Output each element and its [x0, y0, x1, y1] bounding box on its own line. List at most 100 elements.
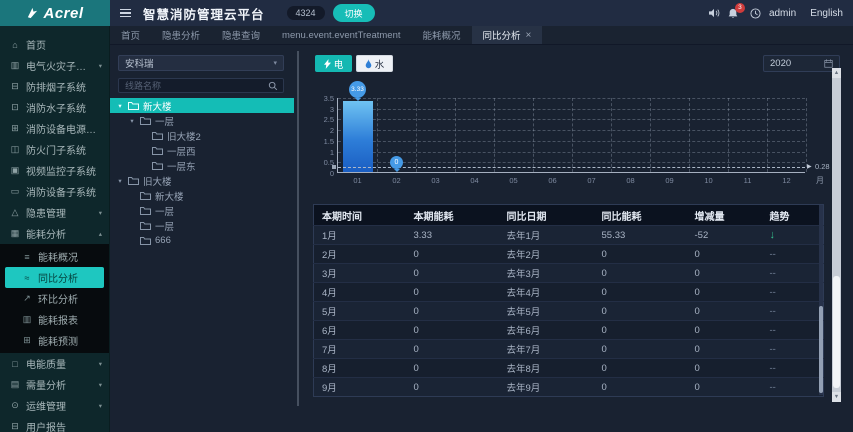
sidebar-item-消防设备子系统[interactable]: ▭ 消防设备子系统: [0, 181, 109, 202]
sidebar-item-视频监控子系统[interactable]: ▣ 视频监控子系统: [0, 160, 109, 181]
sidebar-item-能耗分析[interactable]: ▦ 能耗分析 ▴: [0, 223, 109, 244]
folder-icon: [152, 146, 163, 155]
tree-node-label: 新大楼: [155, 191, 184, 203]
table-cell: 去年5月: [498, 301, 594, 321]
folder-icon: [140, 191, 151, 200]
user-report-icon: ⊟: [11, 421, 19, 431]
speaker-icon[interactable]: [708, 8, 720, 18]
device-power-icon: ⊞: [11, 123, 19, 133]
yoy-bar-chart: 0 0.5 1 1.5 2 2.5 3 3.5 01 02 03 04 05 06 07 08 09 10 11 12…: [315, 80, 840, 198]
lightning-bolt-icon: [323, 58, 331, 69]
sidebar-item-消防水子系统[interactable]: ⊡ 消防水子系统: [0, 97, 109, 118]
table-cell: 0: [686, 377, 762, 397]
x-tick-label: 08: [626, 176, 635, 185]
column-header: 增减量: [686, 204, 762, 226]
search-icon[interactable]: [268, 81, 278, 91]
water-tab-button[interactable]: 水: [356, 55, 393, 72]
tree-node-一层[interactable]: 一层: [110, 203, 294, 218]
tree-node-旧大楼2[interactable]: 旧大楼2: [110, 128, 294, 143]
tab-首页[interactable]: 首页: [110, 26, 151, 44]
close-tab-icon[interactable]: ×: [526, 30, 532, 41]
sidebar-item-消防设备电源子系统[interactable]: ⊞ 消防设备电源子系统: [0, 118, 109, 139]
energy-overview-icon: ≡: [24, 251, 30, 262]
calendar-icon: [824, 59, 833, 68]
table-cell: 0: [686, 301, 762, 321]
home-icon: ⌂: [12, 39, 18, 50]
tree-node-旧大楼[interactable]: ▾ 旧大楼: [110, 173, 294, 188]
chevron-icon: ▾: [98, 360, 102, 368]
table-cell: 0: [405, 301, 499, 321]
table-scrollbar[interactable]: [819, 205, 823, 395]
tab-同比分析[interactable]: 同比分析 ×: [471, 26, 543, 44]
table-cell: 0: [405, 339, 499, 359]
notification-bell[interactable]: 3: [728, 2, 745, 19]
sidebar-item-电气火灾子系统[interactable]: ▥ 电气火灾子系统 ▾: [0, 55, 109, 76]
sidebar-item-电能质量[interactable]: □ 电能质量 ▾: [0, 353, 109, 374]
sidebar-item-首页[interactable]: ⌂ 首页: [0, 34, 109, 55]
y-tick-label: 3.5: [323, 94, 334, 103]
tree-node-一层西[interactable]: 一层西: [110, 143, 294, 158]
language-switcher[interactable]: English: [810, 8, 843, 19]
folder-icon: [128, 176, 139, 185]
y-tick-label: 0: [329, 169, 334, 178]
sidebar-menu: ⌂ 首页 ▥ 电气火灾子系统 ▾ ⊟ 防排烟子系统 ⊡ 消防水子系统 ⊞ 消防设备电源子系统 ◫ 防火门…: [0, 34, 109, 432]
table-cell: 0: [686, 282, 762, 302]
sidebar-item-运维管理[interactable]: ⊙ 运维管理 ▾: [0, 395, 109, 416]
switch-button[interactable]: 切换: [332, 4, 375, 22]
markline-arrow-icon: ▶: [807, 164, 812, 170]
tree-node-一层东[interactable]: 一层东: [110, 158, 294, 173]
x-gridline: [611, 98, 612, 172]
table-row: 6月 0 去年6月 0 0 --: [313, 320, 824, 340]
clock-icon[interactable]: [750, 7, 761, 19]
tree-node-新大楼[interactable]: ▾ 新大楼: [110, 98, 294, 113]
username[interactable]: admin: [769, 8, 796, 19]
water-drop-icon: [365, 58, 372, 68]
table-cell: 去年7月: [498, 339, 594, 359]
page-scrollbar[interactable]: ▲ ▼: [832, 68, 841, 402]
sidebar-item-环比分析[interactable]: ↗ 环比分析: [0, 288, 109, 309]
bar-01[interactable]: [342, 100, 373, 172]
year-picker[interactable]: 2020: [763, 55, 840, 72]
tree-node-一层[interactable]: ▾ 一层: [110, 113, 294, 128]
fire-equipment-icon: ▭: [10, 186, 20, 196]
tab-能耗概况[interactable]: 能耗概况: [412, 26, 472, 44]
tree-node-label: 一层: [155, 221, 175, 233]
yoy-analysis-icon: ≈: [24, 272, 30, 283]
tab-menu.event.eventTreatment[interactable]: menu.event.eventTreatment: [271, 26, 411, 44]
table-cell: 7月: [313, 339, 406, 359]
table-cell: 0: [593, 339, 687, 359]
sidebar-item-需量分析[interactable]: ▤ 需量分析 ▾: [0, 374, 109, 395]
sidebar-item-label: 用户报告: [26, 423, 66, 432]
sidebar-item-防火门子系统[interactable]: ◫ 防火门子系统: [0, 139, 109, 160]
tree-node-新大楼[interactable]: 新大楼: [110, 188, 294, 203]
scroll-down-arrow[interactable]: ▼: [832, 392, 841, 402]
scroll-up-arrow[interactable]: ▲: [832, 68, 841, 78]
line-search-input[interactable]: [119, 80, 268, 91]
x-tick-label: 07: [587, 176, 596, 185]
electric-tab-button[interactable]: 电: [315, 55, 352, 72]
fire-door-icon: ◫: [10, 144, 20, 154]
scrollbar-thumb[interactable]: [833, 276, 840, 388]
tree-node-label: 一层: [155, 116, 175, 128]
sidebar-item-隐患管理[interactable]: △ 隐患管理 ▾: [0, 202, 109, 223]
tree-node-一层[interactable]: 一层: [110, 218, 294, 233]
chevron-icon: ▾: [98, 62, 102, 70]
sidebar-item-能耗报表[interactable]: ▥ 能耗报表: [0, 309, 109, 330]
trend-cell: --: [761, 282, 824, 302]
menu-collapse-icon[interactable]: [120, 8, 131, 18]
column-header: 同比能耗: [593, 204, 687, 226]
sidebar-item-防排烟子系统[interactable]: ⊟ 防排烟子系统: [0, 76, 109, 97]
tree-node-666[interactable]: 666: [110, 233, 294, 248]
organization-select[interactable]: 安科瑞 ▾: [118, 55, 284, 71]
sidebar-item-用户报告[interactable]: ⊟ 用户报告: [0, 416, 109, 432]
tree-caret-icon: ▾: [118, 102, 122, 110]
sidebar-item-能耗预测[interactable]: ⊞ 能耗预测: [0, 330, 109, 351]
tab-隐患查询[interactable]: 隐患查询: [211, 26, 271, 44]
folder-icon: [152, 161, 163, 170]
tab-隐患分析[interactable]: 隐患分析: [151, 26, 211, 44]
sidebar-item-能耗概况[interactable]: ≡ 能耗概况: [0, 246, 109, 267]
chevron-icon: ▾: [98, 402, 102, 410]
energy-report-icon: ▥: [22, 314, 32, 324]
sidebar-item-同比分析[interactable]: ≈ 同比分析: [5, 267, 104, 288]
x-gridline: [455, 98, 456, 172]
